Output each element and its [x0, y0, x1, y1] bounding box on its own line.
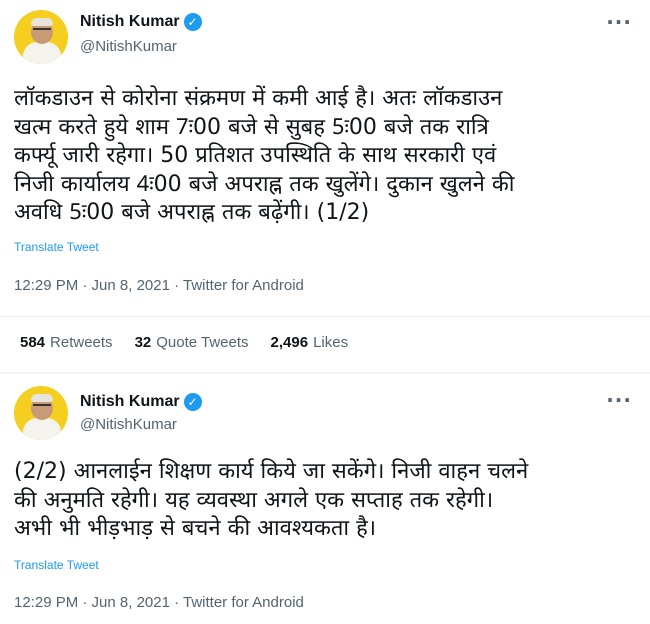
translate-tweet-link[interactable]: Translate Tweet [14, 240, 99, 254]
translate-tweet-link[interactable]: Translate Tweet [14, 558, 99, 572]
avatar-figure-hair [31, 394, 53, 402]
avatar[interactable] [14, 386, 68, 440]
tweet-text: लॉकडाउन से कोरोना संक्रमण में कमी आई है।… [14, 86, 515, 225]
tweet-text: (2/2) आनलाईन शिक्षण कार्य किये जा सकेंगे… [14, 459, 529, 541]
tweet-timestamp[interactable]: 12:29 PM · Jun 8, 2021 · Twitter for And… [14, 277, 304, 294]
quote-tweets-label: Quote Tweets [156, 334, 249, 351]
author-name-row[interactable]: Nitish Kumar ✓ [80, 393, 202, 411]
author-name[interactable]: Nitish Kumar [80, 393, 180, 411]
likes-stat[interactable]: 2,496 Likes [271, 334, 349, 351]
retweets-stat[interactable]: 584 Retweets [20, 334, 113, 351]
avatar-figure-body [23, 42, 61, 64]
author-handle[interactable]: @NitishKumar [80, 416, 177, 433]
author-name-row[interactable]: Nitish Kumar ✓ [80, 13, 202, 31]
divider [0, 316, 650, 317]
avatar-figure-glasses [33, 404, 51, 410]
tweet-timestamp[interactable]: 12:29 PM · Jun 8, 2021 · Twitter for And… [14, 594, 304, 611]
verified-badge-icon: ✓ [183, 393, 202, 411]
quote-tweets-stat[interactable]: 32 Quote Tweets [135, 334, 249, 351]
retweets-label: Retweets [50, 334, 113, 351]
avatar[interactable] [14, 10, 68, 64]
retweets-count: 584 [20, 334, 46, 351]
avatar-figure-body [23, 418, 61, 440]
avatar-figure-hair [31, 18, 53, 26]
likes-count: 2,496 [270, 334, 309, 351]
verified-badge-icon: ✓ [183, 13, 202, 31]
likes-label: Likes [313, 334, 349, 351]
author-name[interactable]: Nitish Kumar [80, 13, 180, 31]
tweet-1: Nitish Kumar ✓ @NitishKumar ··· लॉकडाउन … [0, 0, 650, 372]
more-dots-icon[interactable]: ··· [606, 388, 632, 412]
more-dots-icon[interactable]: ··· [606, 10, 632, 34]
quote-tweets-count: 32 [134, 334, 152, 351]
avatar-figure-glasses [33, 28, 51, 34]
author-handle[interactable]: @NitishKumar [80, 38, 177, 55]
tweet-2: Nitish Kumar ✓ @NitishKumar ··· (2/2) आन… [0, 374, 650, 624]
tweet-stats: 584 Retweets 32 Quote Tweets 2,496 Likes [20, 334, 348, 351]
